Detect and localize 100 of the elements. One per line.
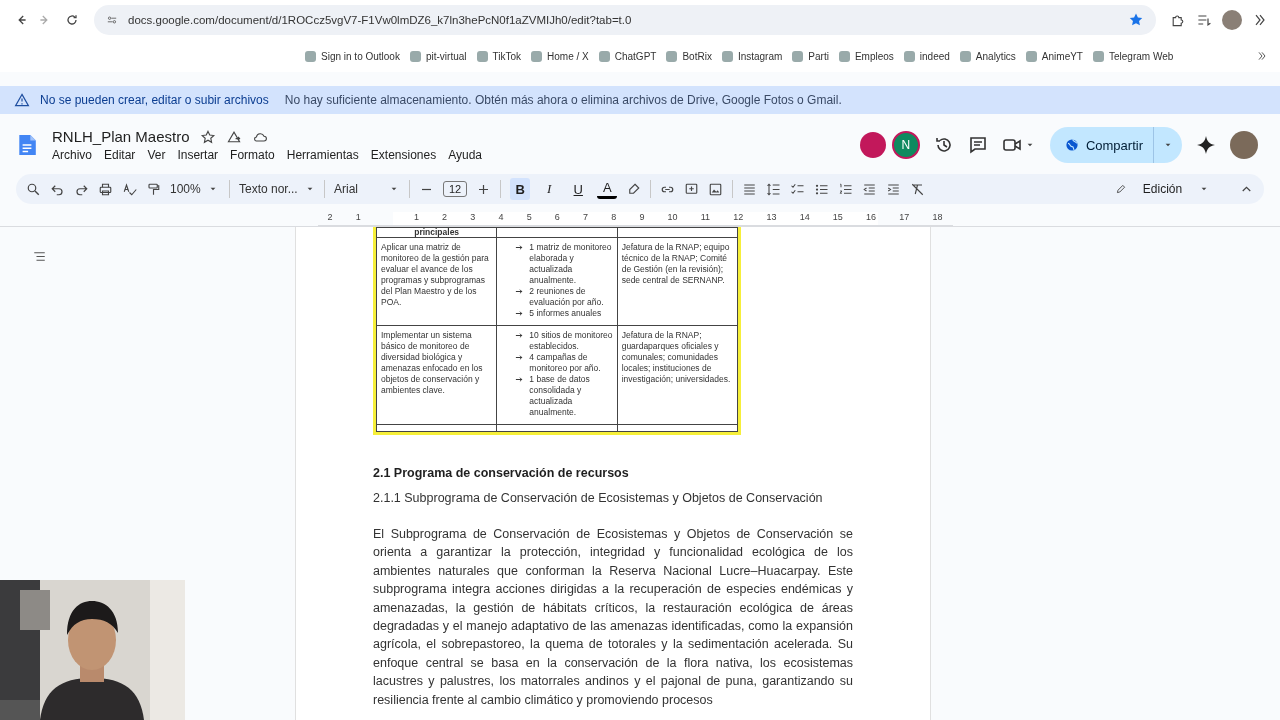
spellcheck-icon[interactable] (122, 181, 137, 197)
gemini-icon[interactable] (1196, 135, 1216, 155)
ruler-number: 1 (355, 212, 361, 224)
ruler-number: 2 (327, 212, 333, 224)
more-bookmarks-icon[interactable] (1256, 50, 1268, 62)
arrow-icon (515, 243, 525, 252)
numbered-list-icon[interactable] (838, 181, 854, 197)
bold-button[interactable]: B (510, 178, 531, 200)
ruler-number: 8 (611, 212, 617, 224)
line-spacing-icon[interactable] (766, 181, 782, 197)
reading-list-icon[interactable] (1196, 12, 1212, 28)
ruler-number: 11 (700, 212, 711, 224)
clear-formatting-icon[interactable] (910, 181, 926, 197)
pencil-icon (1115, 183, 1127, 195)
bookmark[interactable]: Home / X (531, 50, 589, 62)
menu-item[interactable]: Editar (104, 148, 136, 162)
add-comment-icon[interactable] (684, 181, 700, 197)
menu-item[interactable]: Insertar (177, 148, 219, 162)
arrow-icon (515, 353, 525, 362)
collaborator-avatar: N (891, 131, 920, 159)
menu-item[interactable]: Extensiones (370, 148, 437, 162)
address-bar[interactable]: docs.google.com/document/d/1ROCcz5vgV7-F1Vw0lmDZ6_k7ln3hePcN0f1aZVMIJh0/edit?tab=t.0 (94, 5, 1156, 35)
menu-item[interactable]: Herramientas (286, 148, 359, 162)
bookmark[interactable]: BotRix (666, 50, 712, 62)
table-cell: 5 informes anuales (529, 308, 602, 319)
profile-avatar[interactable] (1222, 10, 1242, 30)
ruler-number: 14 (799, 212, 810, 224)
bookmark[interactable]: AnimeYT (1025, 50, 1083, 62)
bookmark-star-icon[interactable] (1128, 12, 1144, 28)
ruler-number: 12 (733, 212, 744, 224)
table-cell-text: 4 campañas de monitoreo por año. (529, 352, 602, 374)
extensions-icon[interactable] (1170, 12, 1186, 28)
url-text: docs.google.com/document/d/1ROCcz5vgV7-F1Vw0lmDZ6_k7ln3hePcN0f1aZVMIJh0/edit?tab=t.0 (128, 14, 632, 26)
italic-button[interactable]: I (539, 178, 560, 200)
checklist-icon[interactable] (790, 181, 806, 197)
ruler-number: 7 (583, 212, 588, 224)
print-icon[interactable] (98, 181, 113, 197)
bookmark[interactable]: Parti (792, 50, 829, 62)
image-icon[interactable] (708, 181, 724, 197)
bookmark[interactable]: ChatGPT (598, 50, 657, 62)
globe-icon (1063, 137, 1080, 153)
ruler-number: 10 (667, 212, 678, 224)
docs-logo-icon[interactable] (16, 132, 38, 158)
banner-message: No hay suficiente almacenamiento. Obtén más ahora o elimina archivos de Drive, Google Fotos o Gmail. (284, 93, 842, 107)
menu-item[interactable]: Ver (147, 148, 166, 162)
text-color-button[interactable]: A (597, 179, 618, 199)
highlight-icon[interactable] (626, 181, 642, 197)
table-cell: Implementar un sistema básico de monitoreo de diversidad biológica y amenazas enfocado en los objetos de conservación y ambientes clave. (376, 325, 497, 425)
bookmark[interactable]: Sign in to Outlook (305, 50, 400, 62)
table-cell: Jefatura de la RNAP; equipo técnico de la RNAP; Comité de Gestión (en la revisión); sede central de SERNANP. (617, 237, 738, 326)
bookmark[interactable]: Instagram (721, 50, 783, 62)
search-icon[interactable] (26, 181, 41, 197)
increase-indent-icon[interactable] (886, 181, 902, 197)
comments-icon[interactable] (967, 135, 988, 155)
underline-button[interactable]: U (568, 178, 589, 200)
arrow-icon (515, 287, 525, 296)
document-title[interactable]: RNLH_Plan Maestro (52, 128, 190, 145)
bookmark[interactable]: pit-virtual (409, 50, 467, 62)
ruler-number: 17 (899, 212, 910, 224)
body-paragraph: El Subprograma de Conservación de Ecosistemas y Objetos de Conservación se orienta a garantizar la protección, integridad y funcionalidad ecológica de los ambientes naturales que conforman la Reserva Nacional Lucre–Huacarpay. Este subprograma integra acciones dirigidas a la recuperación de especies endémicas y amenazadas, la gestión de hábitats críticos, la restauración ecológica de áreas degradadas y el manejo adaptativo de las amenazas identificadas, como la expansión agrícola, el sobrepastoreo, la quema de totorales y la sedimentación acelerada. Su enfoque central se basa en la conservación de la flora nativa, los ecosistemas lacustres y palustres, los matorrales andinos y el pajonal de puna, garantizando su resiliencia frente al cambio climático y promoviendo procesos (373, 526, 853, 709)
ruler-number: 9 (639, 212, 645, 224)
ruler-number: 18 (932, 212, 943, 224)
reload-icon[interactable] (64, 12, 80, 28)
paint-format-icon[interactable] (146, 181, 161, 197)
font-size-field[interactable]: 12 (443, 181, 468, 197)
arrow-icon (515, 375, 525, 384)
table-cell-text: 2 reuniones de evaluación por año. (529, 286, 605, 308)
banner-title: No se pueden crear, editar o subir archivos (40, 93, 269, 107)
collaborator-avatar (859, 132, 886, 158)
ruler-number: 15 (832, 212, 843, 224)
profile-avatar[interactable] (1230, 131, 1258, 159)
arrow-icon (515, 331, 525, 340)
subsection-heading: 2.1.1 Subprograma de Conservación de Ecosistemas y Objetos de Conservación (373, 491, 824, 505)
menu-item[interactable]: Ayuda (448, 148, 482, 162)
table-cell: 1 matriz de monitoreo elaborada y actualizada anualmente. (529, 242, 613, 286)
bookmark[interactable]: TikTok (476, 50, 522, 62)
site-info-icon[interactable] (106, 14, 118, 26)
zoom-dropdown[interactable]: 100% (170, 182, 220, 196)
editing-mode-dropdown[interactable]: Edición (1115, 182, 1210, 196)
bookmark[interactable]: Telegram Web (1093, 50, 1174, 62)
ruler-number: 16 (866, 212, 877, 224)
ruler-number: 1 (413, 212, 419, 224)
table-cell: 10 sitios de monitoreo establecidos. (529, 330, 613, 352)
section-heading: 2.1 Programa de conservación de recursos (373, 466, 630, 480)
ruler-number: 2 (442, 212, 448, 224)
warning-icon (14, 92, 30, 108)
menu-item[interactable]: Formato (230, 148, 275, 162)
menu-item[interactable]: Archivo (52, 148, 92, 162)
style-dropdown[interactable]: Texto nor... (239, 182, 315, 196)
ruler-number: 6 (554, 212, 560, 224)
font-dropdown[interactable]: Arial (334, 182, 400, 196)
history-icon[interactable] (933, 135, 954, 155)
ruler-number: 5 (526, 212, 532, 224)
bookmark[interactable]: Empleos (838, 50, 894, 62)
outline-icon[interactable] (32, 249, 47, 264)
bookmark[interactable]: Analytics (959, 50, 1016, 62)
ruler-number: 4 (498, 212, 504, 224)
bookmark[interactable]: indeed (903, 50, 950, 62)
table-cell: Aplicar una matriz de monitoreo de la gestión para evaluar el avance de los programas y subprogramas del Plan Maestro y de los POA. (376, 237, 497, 326)
star-icon[interactable] (199, 128, 216, 145)
